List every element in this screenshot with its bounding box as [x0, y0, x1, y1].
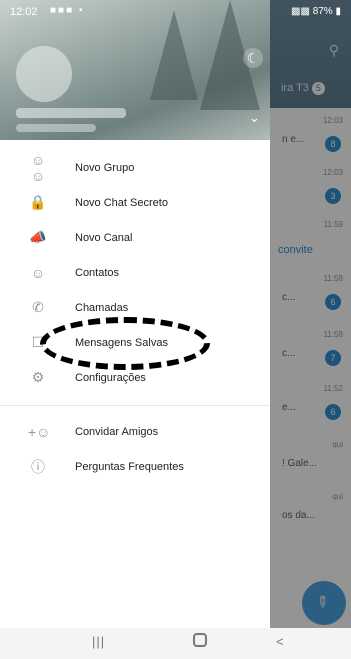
menu-item-label: Chamadas: [75, 301, 129, 314]
menu-item-label: Novo Chat Secreto: [75, 196, 168, 209]
navigation-drawer: ☾ ⌄ ☺☺ Novo Grupo 🔒 Novo Chat Secreto 📣 …: [0, 0, 270, 628]
night-mode-toggle[interactable]: ☾: [243, 48, 263, 68]
battery-level: 87%: [312, 6, 333, 17]
signal-icon: ▩▩: [291, 6, 310, 17]
help-icon: ⓘ: [31, 458, 45, 475]
system-nav-bar: ||| <: [0, 628, 351, 659]
add-person-icon: +☺: [28, 423, 51, 440]
bookmark-icon: ☐: [31, 334, 45, 350]
menu-item-calls[interactable]: ✆ Chamadas: [0, 290, 270, 325]
menu-item-label: Mensagens Salvas: [75, 336, 168, 349]
menu-item-label: Perguntas Frequentes: [75, 460, 184, 473]
menu-item-saved-messages[interactable]: ☐ Mensagens Salvas: [0, 325, 270, 360]
status-right: ▩▩ 87% ▮: [291, 6, 341, 17]
menu-item-label: Novo Grupo: [75, 161, 135, 174]
menu-item-new-secret-chat[interactable]: 🔒 Novo Chat Secreto: [0, 185, 270, 220]
back-button[interactable]: <: [276, 634, 284, 649]
drawer-menu: ☺☺ Novo Grupo 🔒 Novo Chat Secreto 📣 Novo…: [0, 150, 270, 484]
menu-divider: [0, 405, 270, 406]
home-button[interactable]: [193, 633, 207, 647]
recent-apps-button[interactable]: |||: [92, 634, 105, 649]
battery-icon: ▮: [335, 6, 341, 17]
account-expand-button[interactable]: ⌄: [249, 110, 260, 126]
menu-item-settings[interactable]: ⚙ Configurações: [0, 360, 270, 395]
person-icon: ☺: [30, 264, 46, 281]
menu-item-label: Contatos: [75, 266, 120, 279]
notification-icons: ■■■ •: [50, 5, 85, 16]
status-time: 12:02: [10, 6, 38, 18]
phone-icon: ✆: [32, 299, 44, 315]
menu-item-new-group[interactable]: ☺☺ Novo Grupo: [0, 150, 270, 185]
group-icon: ☺☺: [30, 151, 46, 184]
menu-item-contacts[interactable]: ☺ Contatos: [0, 255, 270, 290]
menu-item-label: Novo Canal: [75, 231, 133, 244]
menu-item-new-channel[interactable]: 📣 Novo Canal: [0, 220, 270, 255]
moon-icon: ☾: [246, 50, 260, 66]
avatar[interactable]: [16, 46, 72, 102]
menu-item-invite-friends[interactable]: +☺ Convidar Amigos: [0, 414, 270, 449]
megaphone-icon: 📣: [29, 229, 47, 245]
menu-item-faq[interactable]: ⓘ Perguntas Frequentes: [0, 449, 270, 484]
account-phone-blurred: [16, 124, 96, 132]
status-bar: 12:02 ■■■ • ▩▩ 87% ▮: [0, 0, 351, 24]
account-name-blurred: [16, 108, 126, 118]
menu-item-label: Configurações: [75, 371, 146, 384]
gear-icon: ⚙: [31, 369, 45, 385]
menu-item-label: Convidar Amigos: [75, 425, 159, 438]
lock-icon: 🔒: [29, 194, 47, 210]
chevron-down-icon: ⌄: [249, 110, 260, 125]
